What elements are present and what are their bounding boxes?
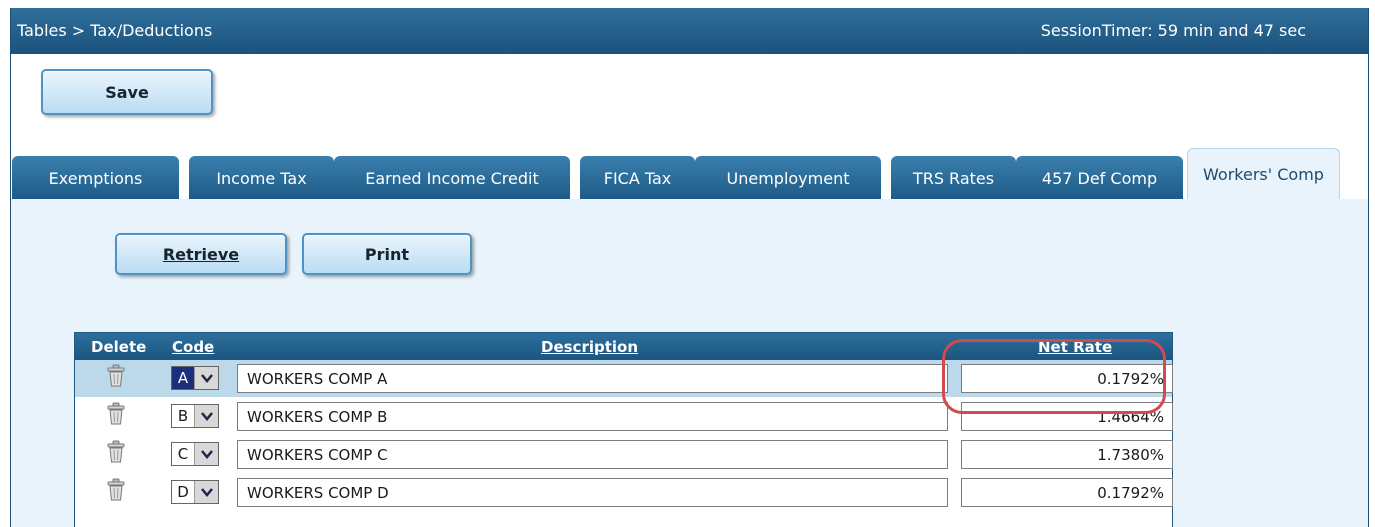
retrieve-button-label: Retrieve [162,244,240,264]
trash-icon[interactable] [106,402,126,426]
trash-icon[interactable] [106,478,126,502]
code-select[interactable]: C [171,442,219,466]
tab-fica-tax[interactable]: FICA Tax [580,156,695,200]
code-select[interactable]: D [171,480,219,504]
app-window: Tables > Tax/Deductions SessionTimer: 59… [10,8,1369,527]
chevron-down-icon[interactable] [194,405,218,427]
print-button-label: Print [364,244,410,264]
tab-label: Earned Income Credit [365,168,539,188]
tab-trs-rates[interactable]: TRS Rates [891,156,1016,200]
tab-income-tax[interactable]: Income Tax [189,156,334,200]
print-button[interactable]: Print [302,233,472,275]
chevron-down-icon[interactable] [194,481,218,503]
tab-exemptions[interactable]: Exemptions [12,156,179,200]
code-select[interactable]: A [171,366,219,390]
session-timer: SessionTimer: 59 min and 47 sec [1040,21,1306,40]
net-rate-field[interactable]: 1.4664% [961,402,1173,431]
column-header-description[interactable]: Description [541,338,638,356]
description-field[interactable]: WORKERS COMP B [237,402,948,431]
code-value: A [172,367,194,389]
retrieve-button[interactable]: Retrieve [115,233,287,275]
table-row: A WORKERS COMP A 0.1792% [75,360,1173,397]
tab-label: Workers' Comp [1203,165,1324,184]
trash-icon[interactable] [106,440,126,464]
tab-bar: Exemptions Income Tax Earned Income Cred… [11,148,1368,200]
chevron-down-icon[interactable] [194,443,218,465]
breadcrumb: Tables > Tax/Deductions [17,21,213,40]
table-row: C WORKERS COMP C 1.7380% [75,436,1173,473]
column-header-code[interactable]: Code [172,338,214,356]
net-rate-field[interactable]: 1.7380% [961,440,1173,469]
tab-earned-income-credit[interactable]: Earned Income Credit [334,156,570,200]
tab-workers-comp[interactable]: Workers' Comp [1187,148,1340,200]
tab-label: FICA Tax [603,168,672,188]
column-header-net-rate[interactable]: Net Rate [1038,338,1112,356]
tab-label: 457 Def Comp [1041,168,1158,188]
tab-label: Unemployment [726,168,850,188]
description-field[interactable]: WORKERS COMP A [237,364,948,393]
workers-comp-table: Delete Code Description Net Rate A WORKE… [74,332,1173,527]
net-rate-field[interactable]: 0.1792% [961,478,1173,507]
table-row: D WORKERS COMP D 0.1792% [75,474,1173,511]
description-field[interactable]: WORKERS COMP C [237,440,948,469]
tab-label: TRS Rates [912,168,995,188]
code-select[interactable]: B [171,404,219,428]
table-header: Delete Code Description Net Rate [75,333,1172,360]
description-field[interactable]: WORKERS COMP D [237,478,948,507]
title-bar: Tables > Tax/Deductions SessionTimer: 59… [11,8,1368,54]
tab-unemployment[interactable]: Unemployment [695,156,881,200]
save-button-label: Save [105,82,149,102]
save-button[interactable]: Save [41,69,213,115]
code-value: C [177,445,189,463]
tab-457-def-comp[interactable]: 457 Def Comp [1016,156,1183,200]
trash-icon[interactable] [106,364,126,388]
chevron-down-icon[interactable] [194,367,218,389]
tab-label: Exemptions [48,168,143,188]
code-value: D [177,483,189,501]
tab-label: Income Tax [216,168,307,188]
code-value: B [177,407,189,425]
column-header-delete: Delete [91,338,147,356]
net-rate-field[interactable]: 0.1792% [961,364,1173,393]
table-row: B WORKERS COMP B 1.4664% [75,398,1173,435]
